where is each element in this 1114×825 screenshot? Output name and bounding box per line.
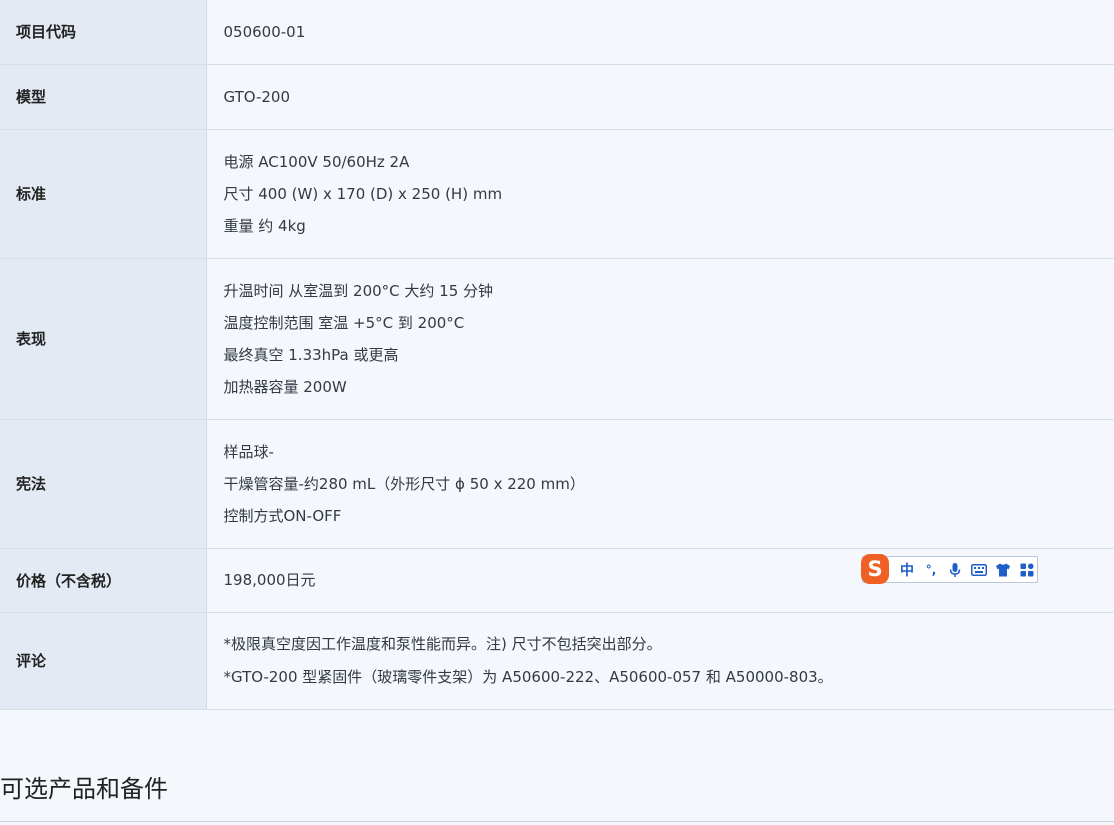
spec-value-line: 控制方式ON-OFF: [223, 506, 342, 525]
spec-value-line: *极限真空度因工作温度和泵性能而异。注) 尺寸不包括突出部分。: [223, 634, 662, 653]
spec-row-constitution: 宪法 样品球- 干燥管容量-约280 mL（外形尺寸 ϕ 50 x 220 mm…: [0, 419, 1114, 549]
spec-value-line: *GTO-200 型紧固件（玻璃零件支架）为 A50600-222、A50600…: [223, 667, 833, 686]
spec-value-line: 温度控制范围 室温 +5°C 到 200°C: [223, 313, 465, 332]
spec-label: 模型: [0, 64, 207, 130]
skin-icon[interactable]: [993, 559, 1013, 581]
voice-icon[interactable]: [945, 559, 965, 581]
spec-table: 项目代码 050600-01 模型 GTO-200 标准 电源 AC100V 5…: [0, 0, 1114, 710]
sogou-logo-icon[interactable]: S: [861, 553, 889, 584]
ime-mode-toggle[interactable]: 中: [897, 559, 917, 581]
spec-row-comment: 评论 *极限真空度因工作温度和泵性能而异。注) 尺寸不包括突出部分。 *GTO-…: [0, 612, 1114, 710]
spec-value-line: 尺寸 400 (W) x 170 (D) x 250 (H) mm: [223, 184, 503, 203]
toolbox-icon[interactable]: [1017, 559, 1037, 581]
spec-value: GTO-200: [206, 64, 1114, 130]
section-heading: 可选产品和备件: [0, 775, 168, 803]
spec-value-line: 升温时间 从室温到 200°C 大约 15 分钟: [223, 281, 494, 300]
spec-row-item-code: 项目代码 050600-01: [0, 0, 1114, 65]
spec-value-line: 最终真空 1.33hPa 或更高: [223, 345, 399, 364]
spec-value: 样品球- 干燥管容量-约280 mL（外形尺寸 ϕ 50 x 220 mm） 控…: [206, 419, 1114, 549]
ime-punctuation-toggle[interactable]: °,: [921, 559, 941, 581]
spec-row-standard: 标准 电源 AC100V 50/60Hz 2A 尺寸 400 (W) x 170…: [0, 129, 1114, 259]
spec-value: 050600-01: [206, 0, 1114, 65]
ime-toolbar[interactable]: S 中 °,: [861, 553, 1038, 584]
spec-label: 宪法: [0, 419, 207, 549]
spec-value-line: 050600-01: [223, 22, 306, 41]
spec-label: 标准: [0, 129, 207, 259]
spec-row-model: 模型 GTO-200: [0, 64, 1114, 130]
spec-value-line: 电源 AC100V 50/60Hz 2A: [223, 152, 410, 171]
spec-value-line: GTO-200: [223, 87, 291, 106]
spec-value-line: 加热器容量 200W: [223, 377, 347, 396]
spec-label: 表现: [0, 258, 207, 420]
section-divider: [0, 821, 1114, 822]
spec-value-line: 重量 约 4kg: [223, 216, 306, 235]
spec-value: 电源 AC100V 50/60Hz 2A 尺寸 400 (W) x 170 (D…: [206, 129, 1114, 259]
spec-row-performance: 表现 升温时间 从室温到 200°C 大约 15 分钟 温度控制范围 室温 +5…: [0, 258, 1114, 420]
spec-value: *极限真空度因工作温度和泵性能而异。注) 尺寸不包括突出部分。 *GTO-200…: [206, 612, 1114, 710]
spec-value-line: 干燥管容量-约280 mL（外形尺寸 ϕ 50 x 220 mm）: [223, 474, 585, 493]
keyboard-icon[interactable]: [969, 559, 989, 581]
spec-label: 评论: [0, 612, 207, 710]
spec-label: 价格（不含税）: [0, 548, 207, 613]
spec-value: 升温时间 从室温到 200°C 大约 15 分钟 温度控制范围 室温 +5°C …: [206, 258, 1114, 420]
spec-label: 项目代码: [0, 0, 207, 65]
spec-value-line: 样品球-: [223, 442, 274, 461]
